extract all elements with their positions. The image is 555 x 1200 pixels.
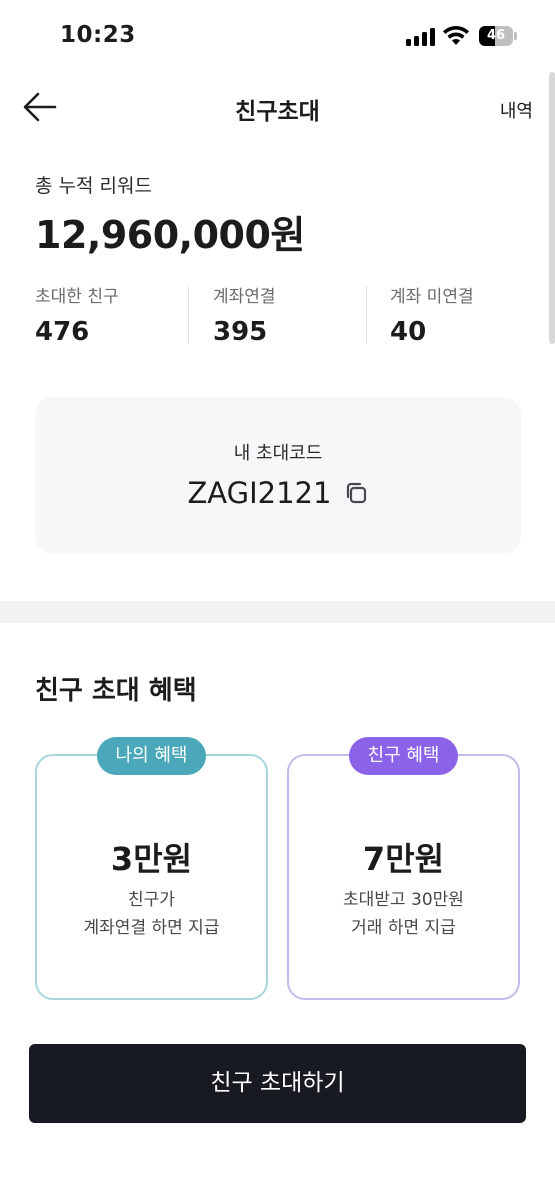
friend-benefit-desc-line: 거래 하면 지급 <box>351 918 456 938</box>
stat-value: 40 <box>390 317 427 347</box>
my-benefit-description: 친구가 계좌연결 하면 지급 <box>37 886 266 942</box>
invite-code-card: 내 초대코드 ZAGI2121 <box>35 397 521 554</box>
my-benefit-card: 3만원 친구가 계좌연결 하면 지급 <box>35 754 268 1000</box>
battery-icon: 46 <box>479 26 517 46</box>
friend-benefit-card: 7만원 초대받고 30만원 거래 하면 지급 <box>287 754 520 1000</box>
stat-invited-friends: 초대한 친구 476 <box>35 282 119 347</box>
benefits-title: 친구 초대 혜택 <box>35 676 197 706</box>
section-divider <box>0 601 555 623</box>
history-link[interactable]: 내역 <box>500 97 533 123</box>
my-benefit-badge: 나의 혜택 <box>97 737 206 775</box>
total-reward-label: 총 누적 리워드 <box>35 175 152 197</box>
copy-icon[interactable] <box>343 480 369 506</box>
page-title: 친구초대 <box>235 99 320 125</box>
friend-benefit-amount: 7만원 <box>362 840 445 878</box>
invite-code-row: ZAGI2121 <box>35 476 521 510</box>
friend-benefit-badge: 친구 혜택 <box>349 737 458 775</box>
stat-divider <box>366 286 367 344</box>
stat-account-unlinked: 계좌 미연결 40 <box>390 282 474 347</box>
my-benefit-amount: 3만원 <box>110 840 193 878</box>
friend-benefit-description: 초대받고 30만원 거래 하면 지급 <box>289 886 518 942</box>
invite-friend-button[interactable]: 친구 초대하기 <box>29 1044 526 1123</box>
battery-level: 46 <box>486 28 506 43</box>
stat-label: 초대한 친구 <box>35 287 119 307</box>
invite-code-label: 내 초대코드 <box>233 443 323 464</box>
total-reward-amount: 12,960,000원 <box>35 213 305 257</box>
my-benefit-desc-line: 계좌연결 하면 지급 <box>83 918 220 938</box>
cellular-signal-icon <box>406 28 436 46</box>
my-benefit-desc-line: 친구가 <box>128 890 175 910</box>
stat-label: 계좌연결 <box>213 287 276 307</box>
stat-account-linked: 계좌연결 395 <box>213 282 276 347</box>
stat-value: 395 <box>213 317 268 347</box>
nav-header: 친구초대 내역 <box>0 70 555 144</box>
status-bar: 10:23 46 <box>0 0 555 70</box>
stat-label: 계좌 미연결 <box>390 287 474 307</box>
wifi-icon <box>443 25 469 45</box>
stat-divider <box>188 286 189 344</box>
invite-code-value: ZAGI2121 <box>187 476 332 510</box>
stat-value: 476 <box>35 317 90 347</box>
status-time: 10:23 <box>60 22 136 48</box>
friend-benefit-desc-line: 초대받고 30만원 <box>343 890 464 910</box>
scrollbar[interactable] <box>549 72 555 344</box>
